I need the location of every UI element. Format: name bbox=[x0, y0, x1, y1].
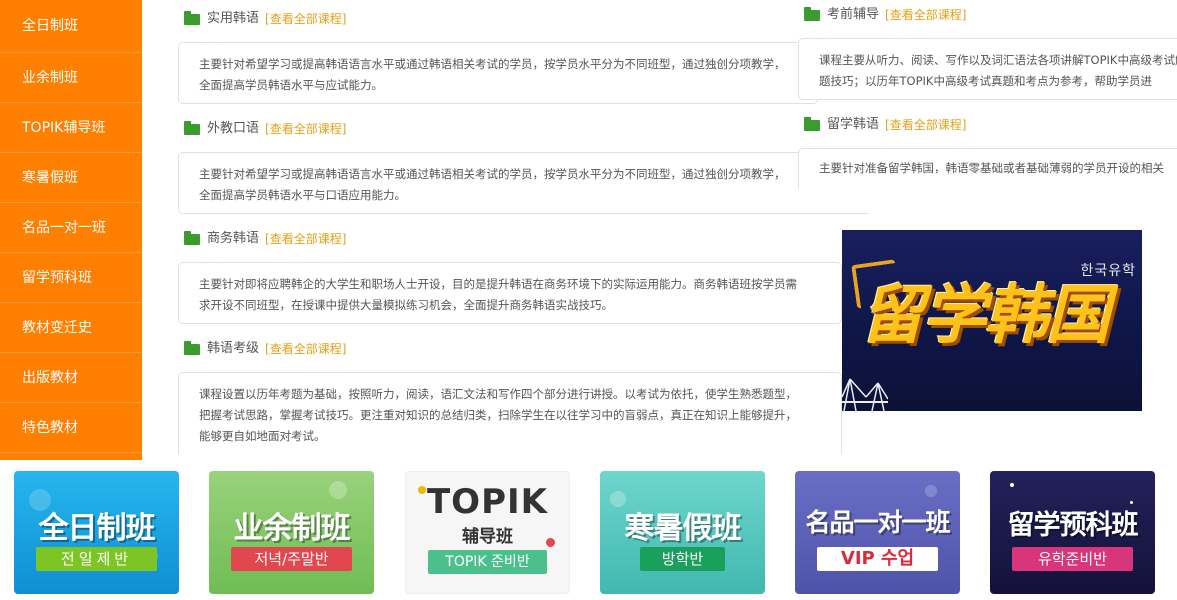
view-all-courses-link[interactable]: [查看全部课程] bbox=[265, 118, 346, 140]
bracket-close: ] bbox=[341, 342, 347, 356]
view-all-label: 查看全部课程 bbox=[889, 8, 962, 22]
folder-icon bbox=[184, 120, 200, 135]
course-practical-korean: 实用韩语 [查看全部课程] 主要针对希望学习或提高韩语语言水平或通过韩语相关考试… bbox=[178, 8, 818, 104]
course-description: 主要针对希望学习或提高韩语语言水平或通过韩语相关考试的学员，按学员水平分为不同班… bbox=[199, 167, 786, 202]
view-all-courses-link[interactable]: [查看全部课程] bbox=[265, 228, 346, 250]
sidebar-item-topik[interactable]: TOPIK辅导班 bbox=[0, 103, 142, 153]
bridge-icon bbox=[842, 378, 888, 411]
course-title[interactable]: 商务韩语 bbox=[207, 228, 259, 250]
sidebar-item-textbook-history[interactable]: 教材变迁史 bbox=[0, 303, 142, 353]
bracket-close: ] bbox=[961, 118, 967, 132]
tile-fulltime[interactable]: 全日制班 전일제반 bbox=[14, 471, 179, 594]
study-in-korea-banner[interactable]: 한국유학 留学韩国 bbox=[842, 230, 1142, 411]
course-study-abroad-korean: 留学韩语 [查看全部课程] 主要针对准备留学韩国，韩语零基础或者基础薄弱的学员开… bbox=[798, 114, 1177, 188]
course-title[interactable]: 考前辅导 bbox=[827, 4, 879, 26]
course-description: 主要针对希望学习或提高韩语语言水平或通过韩语相关考试的学员，按学员水平分为不同班… bbox=[199, 57, 786, 92]
course-title[interactable]: 韩语考级 bbox=[207, 338, 259, 360]
course-description-box: 主要针对希望学习或提高韩语语言水平或通过韩语相关考试的学员，按学员水平分为不同班… bbox=[178, 42, 818, 104]
course-native-speaking: 外教口语 [查看全部课程] 主要针对希望学习或提高韩语语言水平或通过韩语相关考试… bbox=[178, 118, 868, 214]
folder-icon bbox=[184, 340, 200, 355]
view-all-courses-link[interactable]: [查看全部课程] bbox=[265, 338, 346, 360]
course-description: 课程设置以历年考题为基础，按照听力，阅读，语汇文法和写作四个部分进行讲授。以考试… bbox=[199, 387, 797, 443]
course-description-box: 课程主要从听力、阅读、写作以及词汇语法各项讲解TOPIK中高级考试解题技巧；以历… bbox=[798, 38, 1177, 100]
sidebar-item-fulltime[interactable]: 全日制班 bbox=[0, 0, 142, 53]
tile-title: 名品一对一班 bbox=[805, 508, 950, 537]
sidebar-item-parttime[interactable]: 业余制班 bbox=[0, 53, 142, 103]
course-description-box: 主要针对希望学习或提高韩语语言水平或通过韩语相关考试的学员，按学员水平分为不同班… bbox=[178, 152, 868, 214]
course-description: 主要针对准备留学韩国，韩语零基础或者基础薄弱的学员开设的相关 bbox=[819, 161, 1164, 175]
course-exam-korean: 韩语考级 [查看全部课程] 课程设置以历年考题为基础，按照听力，阅读，语汇文法和… bbox=[178, 338, 842, 454]
course-business-korean: 商务韩语 [查看全部课程] 主要针对即将应聘韩企的大学生和职场人士开设，目的是提… bbox=[178, 228, 842, 324]
sidebar-item-featured-textbooks[interactable]: 特色教材 bbox=[0, 403, 142, 453]
view-all-courses-link[interactable]: [查看全部课程] bbox=[265, 8, 346, 30]
course-description: 主要针对即将应聘韩企的大学生和职场人士开设，目的是提升韩语在商务环境下的实际运用… bbox=[199, 277, 797, 312]
view-all-label: 查看全部课程 bbox=[269, 342, 342, 356]
bracket-close: ] bbox=[341, 232, 347, 246]
folder-icon bbox=[184, 10, 200, 25]
view-all-label: 查看全部课程 bbox=[269, 122, 342, 136]
view-all-label: 查看全部课程 bbox=[269, 12, 342, 26]
course-description-box: 主要针对即将应聘韩企的大学生和职场人士开设，目的是提升韩语在商务环境下的实际运用… bbox=[178, 262, 842, 324]
folder-icon bbox=[184, 230, 200, 245]
sidebar-item-holiday[interactable]: 寒暑假班 bbox=[0, 153, 142, 203]
course-exam-prep: 考前辅导 [查看全部课程] 课程主要从听力、阅读、写作以及词汇语法各项讲解TOP… bbox=[798, 4, 1177, 100]
tile-title: 寒暑假班 bbox=[624, 511, 742, 546]
tile-subtitle: 저녁/주말반 bbox=[231, 547, 352, 571]
tile-title: 留学预科班 bbox=[1007, 510, 1139, 541]
tile-one-on-one[interactable]: 名品一对一班 VIP 수업 bbox=[795, 471, 960, 594]
tile-subtitle: TOPIK 준비반 bbox=[428, 550, 547, 574]
course-title[interactable]: 留学韩语 bbox=[827, 114, 879, 136]
tile-preparatory[interactable]: 留学预科班 유학준비반 bbox=[990, 471, 1155, 594]
view-all-label: 查看全部课程 bbox=[889, 118, 962, 132]
tile-title: 业余制班 bbox=[233, 511, 351, 546]
bracket-close: ] bbox=[341, 12, 347, 26]
tile-subtitle: 전일제반 bbox=[36, 547, 157, 571]
tile-subtitle: VIP 수업 bbox=[817, 547, 938, 571]
tile-topik[interactable]: TOPIK 辅导班 TOPIK 준비반 bbox=[405, 471, 570, 594]
folder-icon bbox=[804, 116, 820, 131]
course-description: 课程主要从听力、阅读、写作以及词汇语法各项讲解TOPIK中高级考试解题技巧；以历… bbox=[819, 53, 1177, 88]
tile-title: TOPIK bbox=[426, 482, 548, 522]
sidebar-item-one-on-one[interactable]: 名品一对一班 bbox=[0, 203, 142, 253]
view-all-courses-link[interactable]: [查看全部课程] bbox=[885, 4, 966, 26]
course-description-box: 主要针对准备留学韩国，韩语零基础或者基础薄弱的学员开设的相关 bbox=[798, 148, 1177, 188]
bracket-close: ] bbox=[961, 8, 967, 22]
tile-title: 全日制班 bbox=[38, 511, 156, 546]
tile-subtitle: 방학반 bbox=[640, 547, 725, 571]
sidebar-item-published-textbooks[interactable]: 出版教材 bbox=[0, 353, 142, 403]
tile-holiday[interactable]: 寒暑假班 방학반 bbox=[600, 471, 765, 594]
view-all-label: 查看全部课程 bbox=[269, 232, 342, 246]
tile-subtitle: 유학준비반 bbox=[1012, 547, 1133, 571]
folder-icon bbox=[804, 6, 820, 21]
course-title[interactable]: 实用韩语 bbox=[207, 8, 259, 30]
sidebar-item-preparatory[interactable]: 留学预科班 bbox=[0, 253, 142, 303]
bracket-close: ] bbox=[341, 122, 347, 136]
view-all-courses-link[interactable]: [查看全部课程] bbox=[885, 114, 966, 136]
course-title[interactable]: 外教口语 bbox=[207, 118, 259, 140]
banner-title: 留学韩国 bbox=[860, 279, 1110, 353]
tile-title-secondary: 辅导班 bbox=[462, 527, 513, 547]
course-description-box: 课程设置以历年考题为基础，按照听力，阅读，语汇文法和写作四个部分进行讲授。以考试… bbox=[178, 372, 842, 454]
sidebar-nav: 全日制班 业余制班 TOPIK辅导班 寒暑假班 名品一对一班 留学预科班 教材变… bbox=[0, 0, 142, 460]
tile-parttime[interactable]: 业余制班 저녁/주말반 bbox=[209, 471, 374, 594]
